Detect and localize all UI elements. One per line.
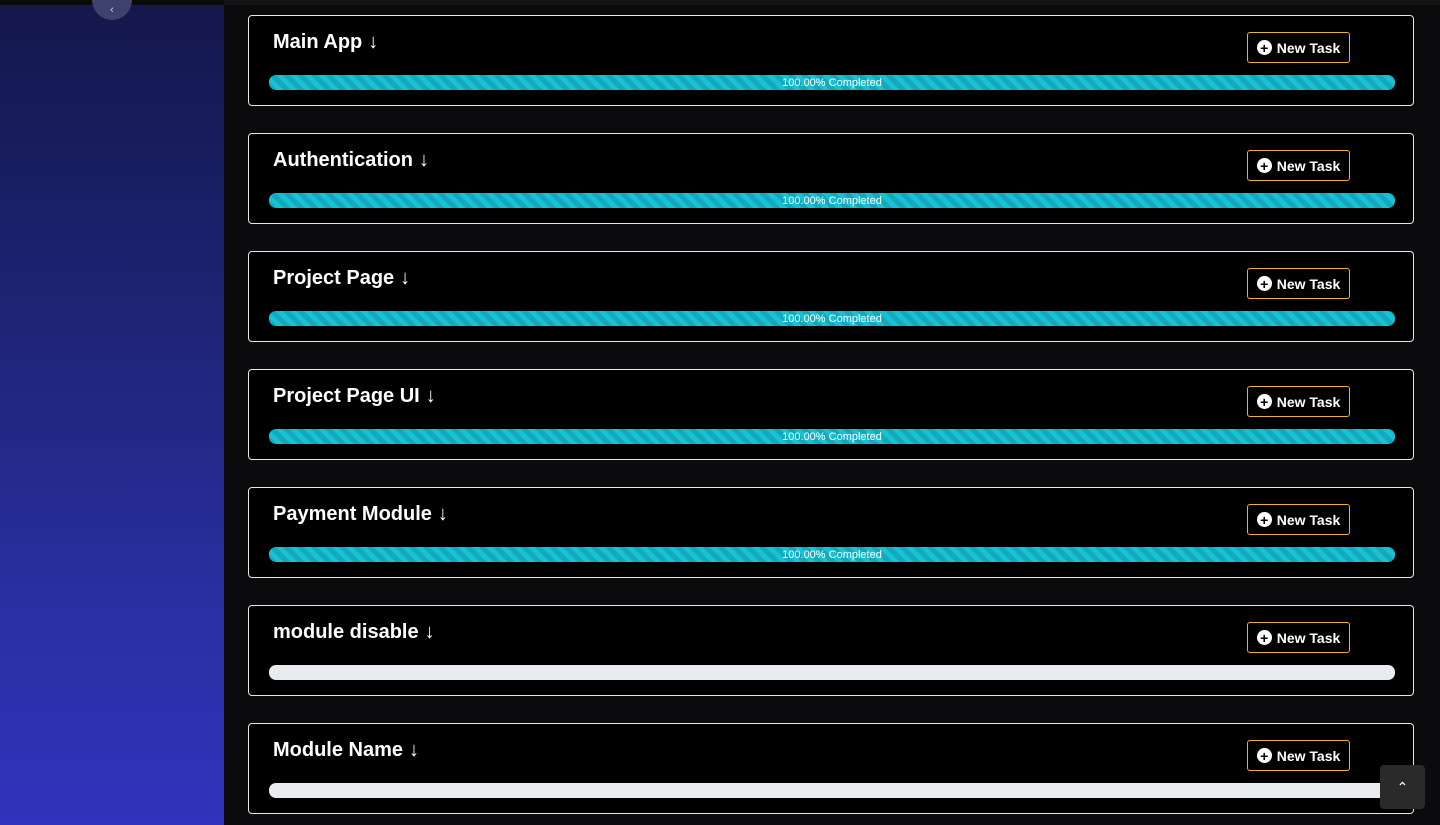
module-card: Payment Module ↓ + New Task 100.00% Compl… xyxy=(248,487,1414,578)
progress-bar: 100.00% Completed xyxy=(269,75,1395,90)
sidebar-toggle-button[interactable]: ‹ xyxy=(92,0,132,20)
plus-circle-icon: + xyxy=(1256,40,1272,55)
main-content: Main App ↓ + New Task 100.00% Completed A… xyxy=(224,0,1440,825)
scroll-to-top-button[interactable]: ⌃ xyxy=(1380,765,1425,809)
chevron-up-icon: ⌃ xyxy=(1396,778,1409,795)
module-title-text: Project Page UI xyxy=(273,385,420,407)
new-task-label: New Task xyxy=(1276,39,1341,56)
arrow-down-icon[interactable]: ↓ xyxy=(419,149,429,172)
module-card: Authentication ↓ + New Task 100.00% Compl… xyxy=(248,133,1414,224)
progress-fill: 100.00% Completed xyxy=(269,193,1395,208)
progress-bar: 100.00% Completed xyxy=(269,311,1395,326)
progress-bar: 100.00% Completed xyxy=(269,429,1395,444)
new-task-button[interactable]: + New Task xyxy=(1247,386,1350,417)
new-task-label: New Task xyxy=(1276,747,1341,764)
new-task-button[interactable]: + New Task xyxy=(1247,622,1350,653)
new-task-button[interactable]: + New Task xyxy=(1247,32,1350,63)
plus-circle-icon: + xyxy=(1256,276,1272,291)
new-task-label: New Task xyxy=(1276,157,1341,174)
new-task-label: New Task xyxy=(1276,275,1341,292)
progress-label: 100.00% Completed xyxy=(782,548,882,561)
arrow-down-icon[interactable]: ↓ xyxy=(438,503,448,526)
plus-circle-icon: + xyxy=(1256,394,1272,409)
module-title[interactable]: Project Page UI ↓ xyxy=(273,385,436,408)
progress-bar: 100.00% Completed xyxy=(269,547,1395,562)
module-title[interactable]: Authentication ↓ xyxy=(273,149,429,172)
plus-circle-icon: + xyxy=(1256,158,1272,173)
module-title-text: Module Name xyxy=(273,739,404,761)
progress-bar xyxy=(269,783,1395,798)
plus-circle-icon: + xyxy=(1256,748,1272,763)
module-title[interactable]: Project Page ↓ xyxy=(273,267,410,290)
module-title[interactable]: module disable ↓ xyxy=(273,621,435,644)
new-task-button[interactable]: + New Task xyxy=(1247,740,1350,771)
module-title[interactable]: Main App ↓ xyxy=(273,31,378,54)
plus-circle-icon: + xyxy=(1256,630,1272,645)
new-task-label: New Task xyxy=(1276,629,1341,646)
arrow-down-icon[interactable]: ↓ xyxy=(426,385,436,408)
new-task-button[interactable]: + New Task xyxy=(1247,504,1350,535)
module-title-text: Authentication xyxy=(273,149,413,171)
module-title[interactable]: Module Name ↓ xyxy=(273,739,419,762)
chevron-icon: ‹ xyxy=(110,4,114,16)
module-title-text: Project Page xyxy=(273,267,395,289)
module-title-text: Payment Module xyxy=(273,503,432,525)
new-task-label: New Task xyxy=(1276,393,1341,410)
new-task-button[interactable]: + New Task xyxy=(1247,150,1350,181)
progress-label: 100.00% Completed xyxy=(782,76,882,89)
new-task-button[interactable]: + New Task xyxy=(1247,268,1350,299)
module-card: module disable ↓ + New Task xyxy=(248,605,1414,696)
sidebar: ‹ xyxy=(0,0,224,825)
module-title-text: Main App xyxy=(273,31,363,53)
new-task-label: New Task xyxy=(1276,511,1341,528)
progress-fill: 100.00% Completed xyxy=(269,75,1395,90)
module-title-text: module disable xyxy=(273,621,419,643)
progress-fill: 100.00% Completed xyxy=(269,547,1395,562)
progress-label: 100.00% Completed xyxy=(782,430,882,443)
progress-bar: 100.00% Completed xyxy=(269,193,1395,208)
module-card: Module Name ↓ + New Task xyxy=(248,723,1414,814)
module-title[interactable]: Payment Module ↓ xyxy=(273,503,448,526)
module-card: Project Page UI ↓ + New Task 100.00% Comp… xyxy=(248,369,1414,460)
arrow-down-icon[interactable]: ↓ xyxy=(400,267,410,290)
progress-fill: 100.00% Completed xyxy=(269,311,1395,326)
module-card: Main App ↓ + New Task 100.00% Completed xyxy=(248,15,1414,106)
plus-circle-icon: + xyxy=(1256,512,1272,527)
progress-label: 100.00% Completed xyxy=(782,312,882,325)
arrow-down-icon[interactable]: ↓ xyxy=(425,621,435,644)
progress-label: 100.00% Completed xyxy=(782,194,882,207)
top-bar xyxy=(224,0,1440,5)
module-card: Project Page ↓ + New Task 100.00% Complet… xyxy=(248,251,1414,342)
arrow-down-icon[interactable]: ↓ xyxy=(368,31,378,54)
progress-bar xyxy=(269,665,1395,680)
progress-fill: 100.00% Completed xyxy=(269,429,1395,444)
arrow-down-icon[interactable]: ↓ xyxy=(409,739,419,762)
